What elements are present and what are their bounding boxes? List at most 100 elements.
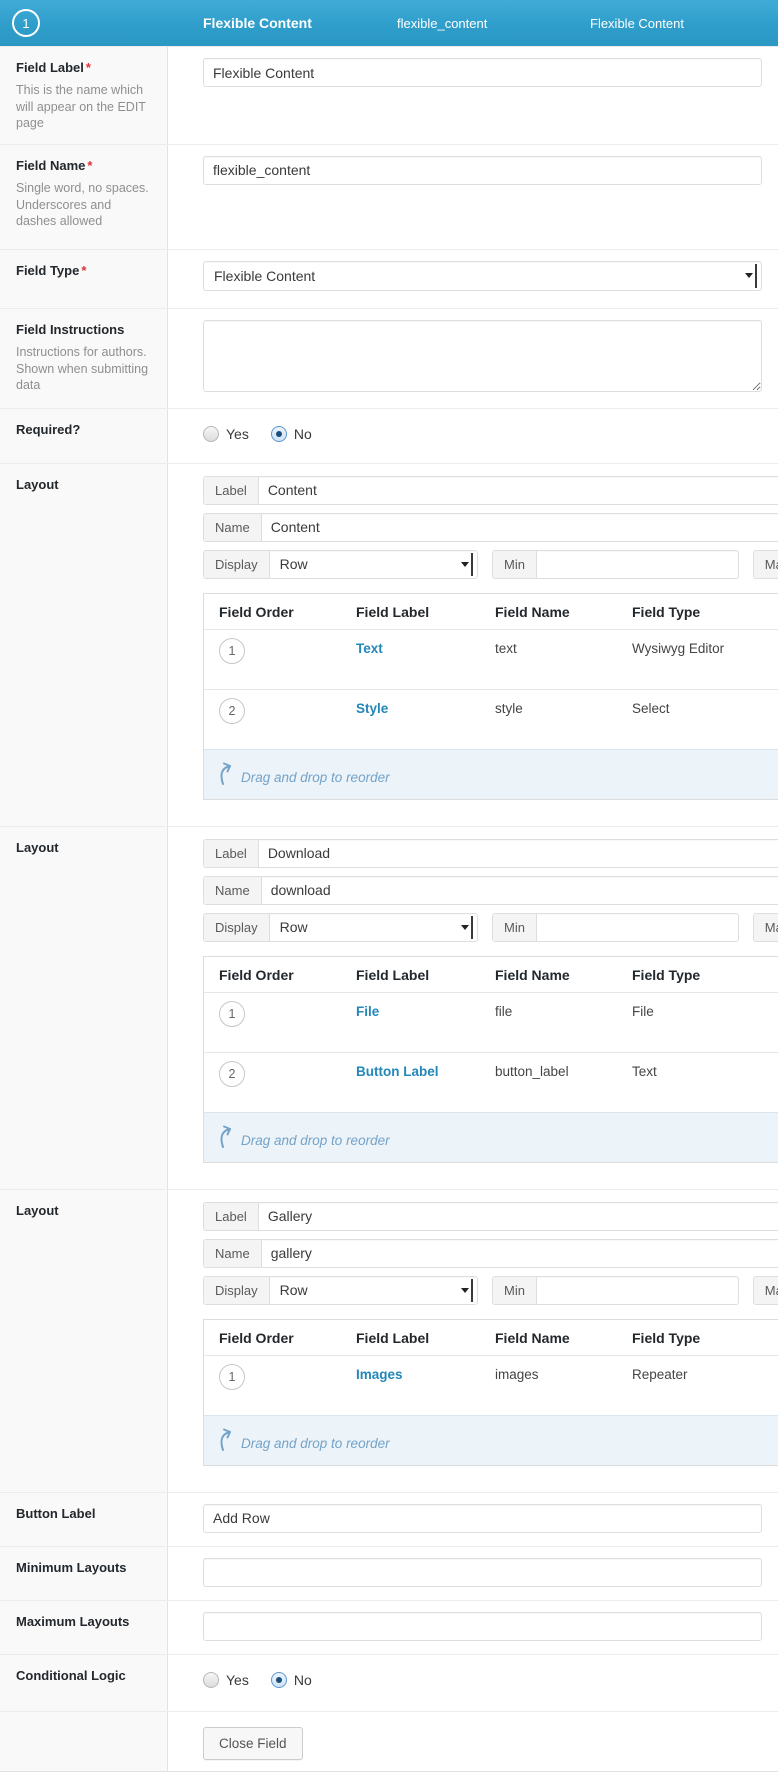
min-prefix: Min (493, 1277, 537, 1304)
name-prefix: Name (204, 877, 262, 904)
layout-name-group: Name (203, 1239, 778, 1268)
layout-display-select[interactable]: Row (270, 551, 477, 578)
layout-label-group: Label (203, 1202, 778, 1231)
setting-button-label: Button Label (0, 1492, 778, 1546)
radio-unchecked-icon[interactable] (203, 426, 219, 442)
header-field-type: Flexible Content (590, 16, 778, 31)
label-prefix: Label (204, 840, 259, 867)
table-row: 1 Text text Wysiwyg Editor (204, 629, 778, 689)
max-prefix: Max (754, 551, 778, 578)
field-instructions-label: Field Instructions (16, 322, 153, 338)
layout-min-input[interactable] (537, 1277, 738, 1304)
layout-display-select[interactable]: Row (270, 1277, 477, 1304)
layout-max-group: Max (753, 550, 778, 579)
layout-box-content: Label Name Display Row (203, 475, 778, 800)
drag-hint: Drag and drop to reorder (217, 762, 390, 786)
sub-field-edit-link[interactable]: Style (356, 701, 388, 716)
min-prefix: Min (493, 551, 537, 578)
conditional-option-yes[interactable]: Yes (203, 1672, 249, 1688)
layout-display-select[interactable]: Row (270, 914, 477, 941)
field-type-select[interactable]: Flexible Content (203, 261, 762, 291)
drag-arrow-icon (217, 1125, 235, 1149)
header-field-label: Flexible Content (203, 15, 397, 31)
layout-min-group: Min (492, 1276, 739, 1305)
radio-unchecked-icon[interactable] (203, 1672, 219, 1688)
required-option-yes[interactable]: Yes (203, 426, 249, 442)
layout-display-group: Display Row (203, 1276, 478, 1305)
layout-box-download: Label Name Display Row (203, 838, 778, 1163)
required-option-no[interactable]: No (271, 426, 312, 442)
field-name-input[interactable] (203, 156, 762, 185)
field-name-description: Single word, no spaces. Underscores and … (16, 180, 153, 230)
layout-name-group: Name (203, 876, 778, 905)
required-asterisk: * (81, 263, 86, 278)
layout-display-group: Display Row (203, 913, 478, 942)
layout-max-group: Max (753, 1276, 778, 1305)
setting-maximum-layouts: Maximum Layouts (0, 1600, 778, 1654)
required-radio-group: Yes No (203, 420, 762, 442)
field-label-input[interactable] (203, 58, 762, 87)
setting-layout-2: Layout Label Name Display Row (0, 826, 778, 1189)
maximum-layouts-input[interactable] (203, 1612, 762, 1641)
field-order-number: 1 (22, 16, 29, 31)
sub-fields-table: Field Order Field Label Field Name Field… (203, 956, 778, 1163)
layout-label-group: Label (203, 476, 778, 505)
field-order-handle[interactable]: 1 (0, 9, 203, 37)
field-instructions-textarea[interactable] (203, 320, 762, 392)
display-prefix: Display (204, 1277, 270, 1304)
layout-label-input[interactable] (259, 840, 778, 867)
sub-field-edit-link[interactable]: Button Label (356, 1064, 439, 1079)
layout-min-input[interactable] (537, 551, 738, 578)
sub-fields-table: Field Order Field Label Field Name Field… (203, 1319, 778, 1466)
acf-field-object: 1 Flexible Content flexible_content Flex… (0, 0, 778, 1772)
sub-field-edit-link[interactable]: Images (356, 1367, 403, 1382)
layout-name-input[interactable] (262, 877, 778, 904)
layout-section-label: Layout (16, 1203, 153, 1219)
setting-field-instructions: Field Instructions Instructions for auth… (0, 308, 778, 408)
name-prefix: Name (204, 1240, 262, 1267)
close-field-button[interactable]: Close Field (203, 1727, 303, 1760)
sub-fields-header-row: Field Order Field Label Field Name Field… (204, 1320, 778, 1355)
layout-name-input[interactable] (262, 514, 778, 541)
layout-min-group: Min (492, 550, 739, 579)
layout-label-input[interactable] (259, 477, 778, 504)
sub-fields-header-row: Field Order Field Label Field Name Field… (204, 957, 778, 992)
setting-required: Required? Yes No (0, 408, 778, 463)
sub-field-order-handle[interactable]: 1 (219, 638, 245, 664)
sub-field-order-handle[interactable]: 1 (219, 1001, 245, 1027)
name-prefix: Name (204, 514, 262, 541)
drag-hint: Drag and drop to reorder (217, 1428, 390, 1452)
table-footer: Drag and drop to reorder + Add Sub Field (204, 749, 778, 799)
field-instructions-description: Instructions for authors. Shown when sub… (16, 344, 153, 394)
layout-display-group: Display Row (203, 550, 478, 579)
radio-checked-icon[interactable] (271, 426, 287, 442)
minimum-layouts-input[interactable] (203, 1558, 762, 1587)
setting-field-name: Field Name* Single word, no spaces. Unde… (0, 144, 778, 249)
sub-field-edit-link[interactable]: Text (356, 641, 383, 656)
layout-label-input[interactable] (259, 1203, 778, 1230)
conditional-option-no[interactable]: No (271, 1672, 312, 1688)
sub-field-order-handle[interactable]: 2 (219, 1061, 245, 1087)
setting-layout-1: Layout Label Name Display Row (0, 463, 778, 826)
setting-layout-3: Layout Label Name Display Row (0, 1189, 778, 1492)
max-prefix: Max (754, 1277, 778, 1304)
layout-min-input[interactable] (537, 914, 738, 941)
sub-field-order-handle[interactable]: 2 (219, 698, 245, 724)
table-footer: Drag and drop to reorder + Add Sub Field (204, 1415, 778, 1465)
button-label-input[interactable] (203, 1504, 762, 1533)
table-row: 1 Images images Repeater (204, 1355, 778, 1415)
sub-field-edit-link[interactable]: File (356, 1004, 379, 1019)
dropdown-arrow-icon (459, 916, 475, 939)
table-row: 1 File file File (204, 992, 778, 1052)
sub-field-order-handle[interactable]: 1 (219, 1364, 245, 1390)
layout-name-group: Name (203, 513, 778, 542)
display-prefix: Display (204, 914, 270, 941)
dropdown-arrow-icon (459, 1279, 475, 1302)
drag-hint: Drag and drop to reorder (217, 1125, 390, 1149)
layout-name-input[interactable] (262, 1240, 778, 1267)
field-label-label: Field Label* (16, 60, 153, 76)
radio-checked-icon[interactable] (271, 1672, 287, 1688)
setting-close-field: Close Field (0, 1711, 778, 1771)
field-header-bar[interactable]: 1 Flexible Content flexible_content Flex… (0, 0, 778, 46)
conditional-logic-radio-group: Yes No (203, 1666, 762, 1688)
